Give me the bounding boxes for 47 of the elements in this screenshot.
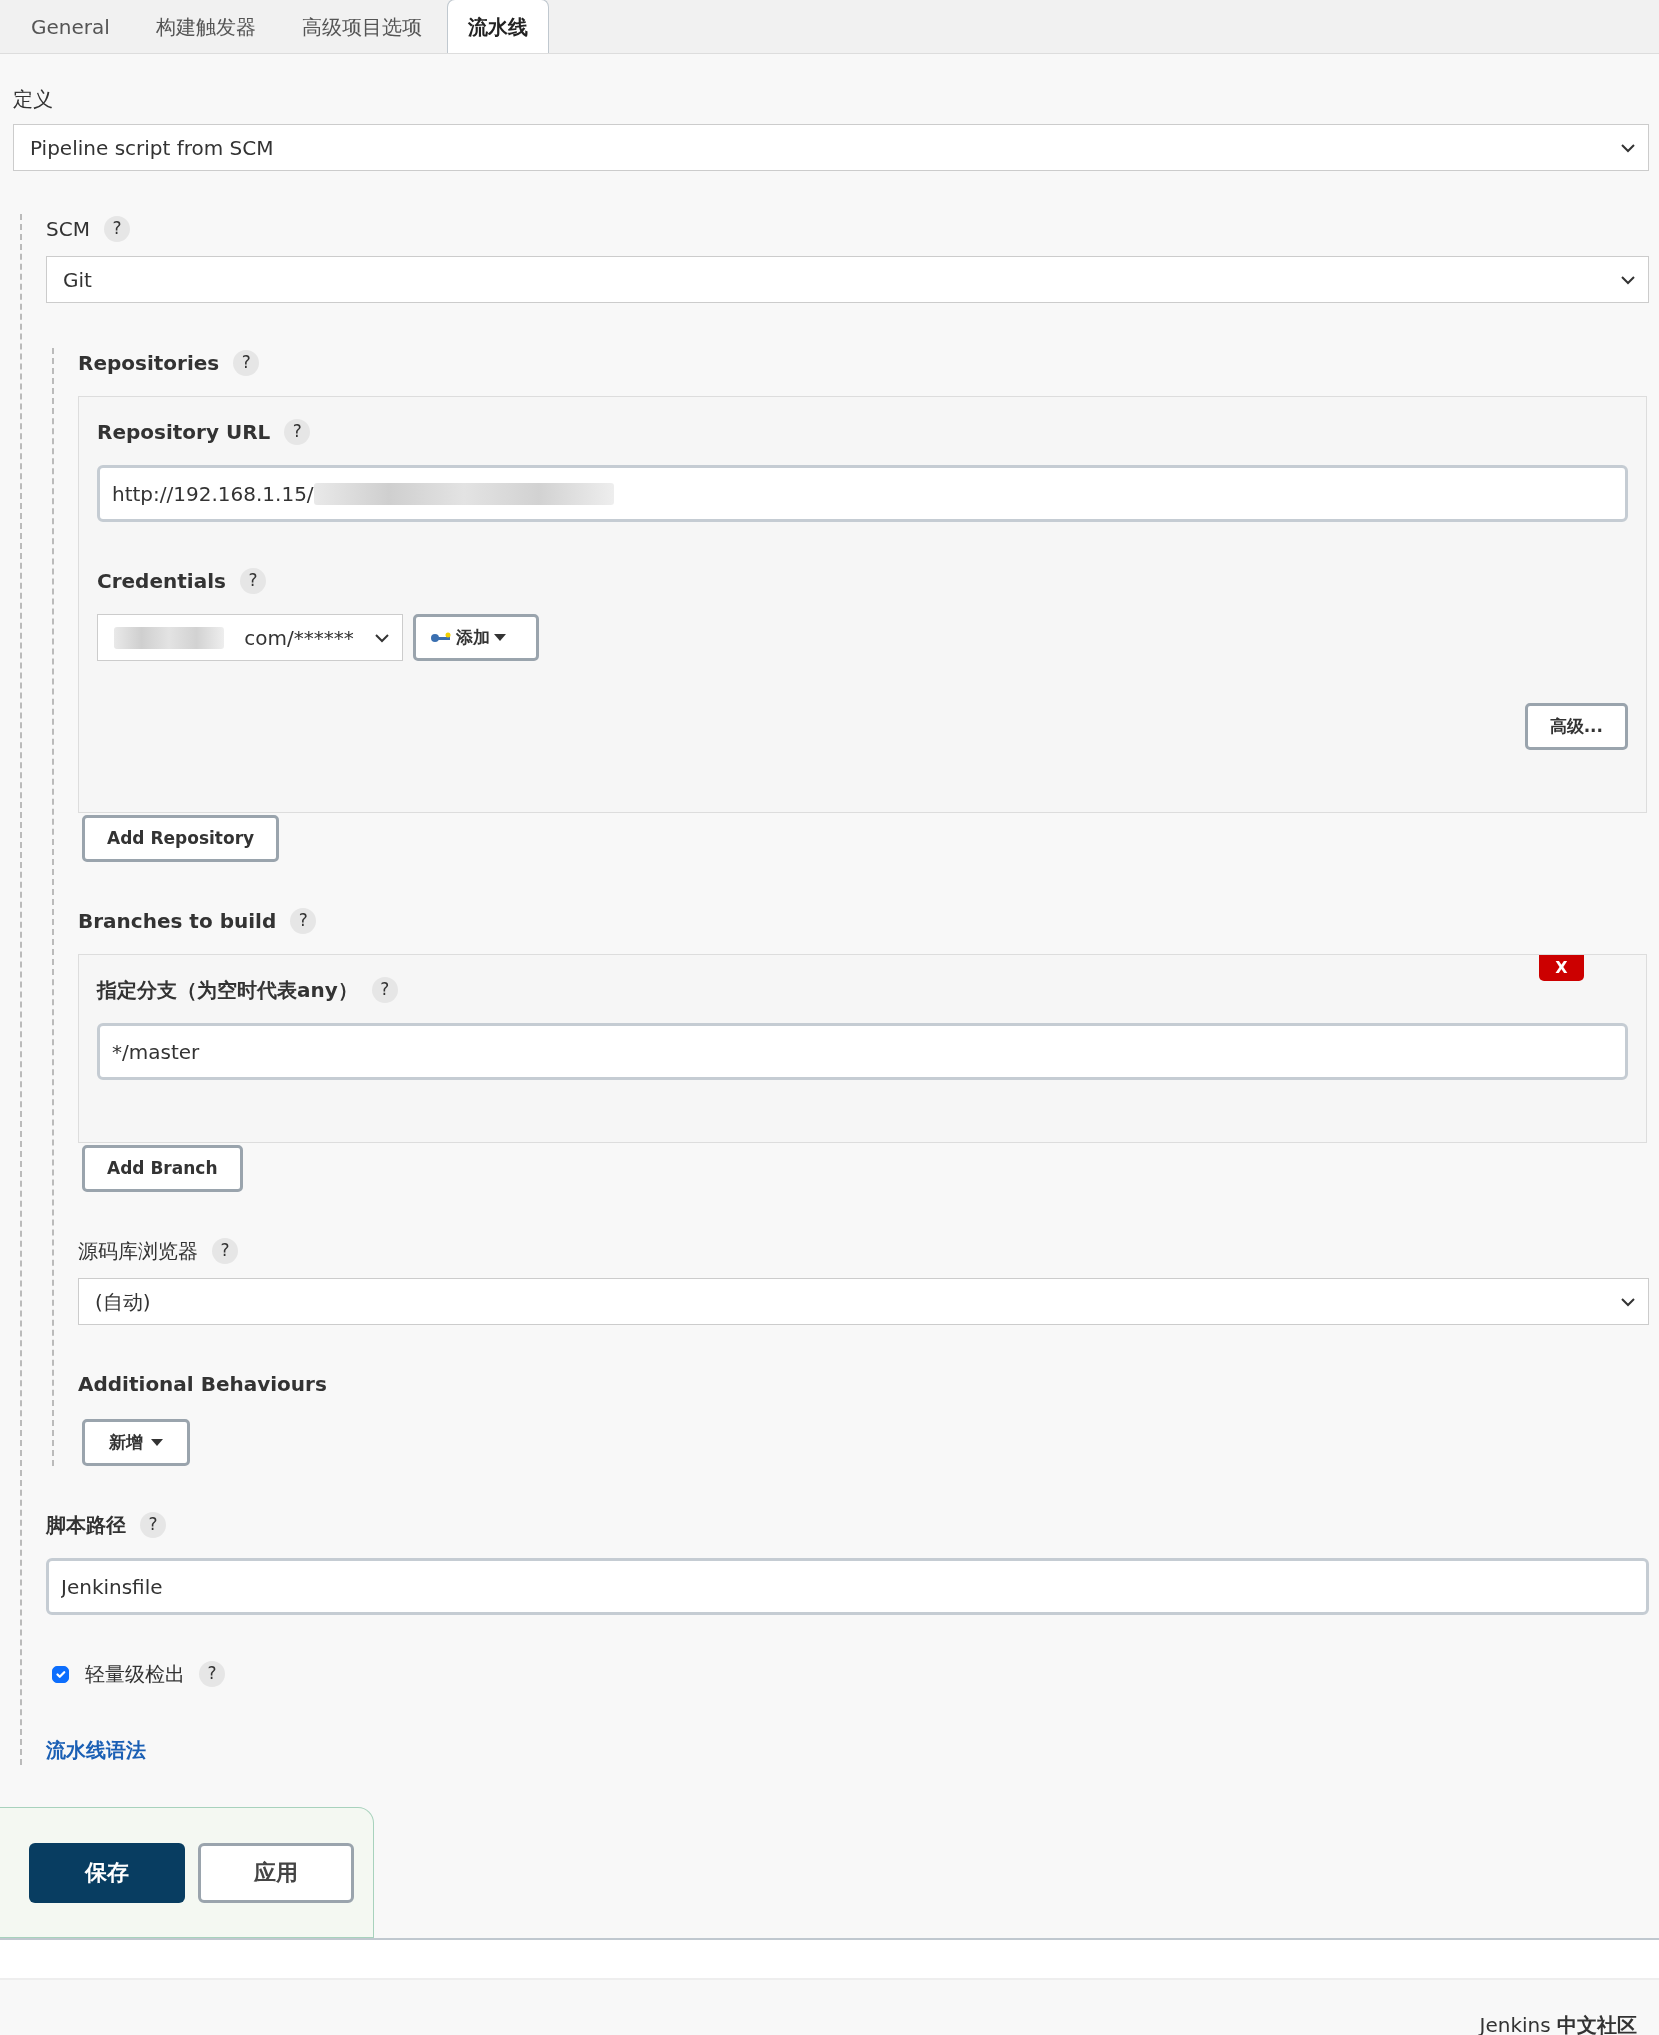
- save-button[interactable]: 保存: [29, 1842, 185, 1903]
- input-field[interactable]: */master: [97, 1023, 1628, 1080]
- field-label: Additional Behaviours: [78, 1371, 327, 1398]
- help-icon[interactable]: ?: [290, 908, 317, 934]
- help-icon[interactable]: ?: [103, 216, 130, 242]
- field-label: Repository URL: [97, 419, 271, 446]
- help-icon[interactable]: ?: [371, 977, 398, 1003]
- checkbox[interactable]: [52, 1665, 69, 1683]
- chevron-down-icon: [1620, 274, 1636, 285]
- field-label: Branches to build: [78, 908, 277, 935]
- help-icon[interactable]: ?: [233, 350, 260, 376]
- select-field[interactable]: (自动): [78, 1278, 1649, 1325]
- field-label: Credentials: [97, 568, 226, 595]
- field-label: 轻量级检出: [85, 1661, 185, 1688]
- add-repository-button[interactable]: Add Repository: [82, 815, 280, 862]
- add-behaviour-button[interactable]: 新增: [82, 1419, 190, 1466]
- field-label: SCM: [46, 216, 90, 243]
- tab[interactable]: 流水线: [446, 0, 549, 53]
- pipeline-syntax-link[interactable]: 流水线语法: [46, 1735, 146, 1765]
- add-branch-button[interactable]: Add Branch: [82, 1145, 243, 1192]
- chevron-down-icon: [374, 632, 390, 643]
- select-field[interactable]: Git: [46, 256, 1649, 303]
- field-label: 指定分支（为空时代表any）: [97, 977, 358, 1004]
- caret-icon: [151, 1439, 163, 1446]
- help-icon[interactable]: ?: [284, 419, 311, 445]
- tab[interactable]: 构建触发器: [134, 0, 277, 53]
- add-button[interactable]: 添加: [413, 614, 539, 661]
- field-label: 源码库浏览器: [78, 1238, 198, 1265]
- chevron-down-icon: [1620, 142, 1636, 153]
- key-icon: [430, 631, 452, 644]
- select-field[interactable]: Pipeline script from SCM: [13, 124, 1649, 171]
- chevron-down-icon: [1620, 1296, 1636, 1307]
- caret-icon: [494, 634, 506, 641]
- field-label: Repositories: [78, 350, 220, 377]
- tab[interactable]: General: [10, 0, 131, 53]
- field-label: 脚本路径: [46, 1512, 126, 1539]
- help-icon[interactable]: ?: [239, 568, 266, 594]
- help-icon[interactable]: ?: [140, 1512, 166, 1538]
- help-icon[interactable]: ?: [212, 1238, 238, 1264]
- help-icon[interactable]: ?: [199, 1661, 225, 1687]
- input-field[interactable]: http://192.168.1.15/: [97, 465, 1628, 522]
- field-label: 定义: [13, 86, 53, 113]
- select-field[interactable]: com/******: [97, 614, 403, 661]
- tab[interactable]: 高级项目选项: [280, 0, 443, 53]
- delete-button[interactable]: X: [1539, 955, 1584, 981]
- advanced-button[interactable]: 高级...: [1524, 703, 1628, 750]
- apply-button[interactable]: 应用: [198, 1842, 354, 1903]
